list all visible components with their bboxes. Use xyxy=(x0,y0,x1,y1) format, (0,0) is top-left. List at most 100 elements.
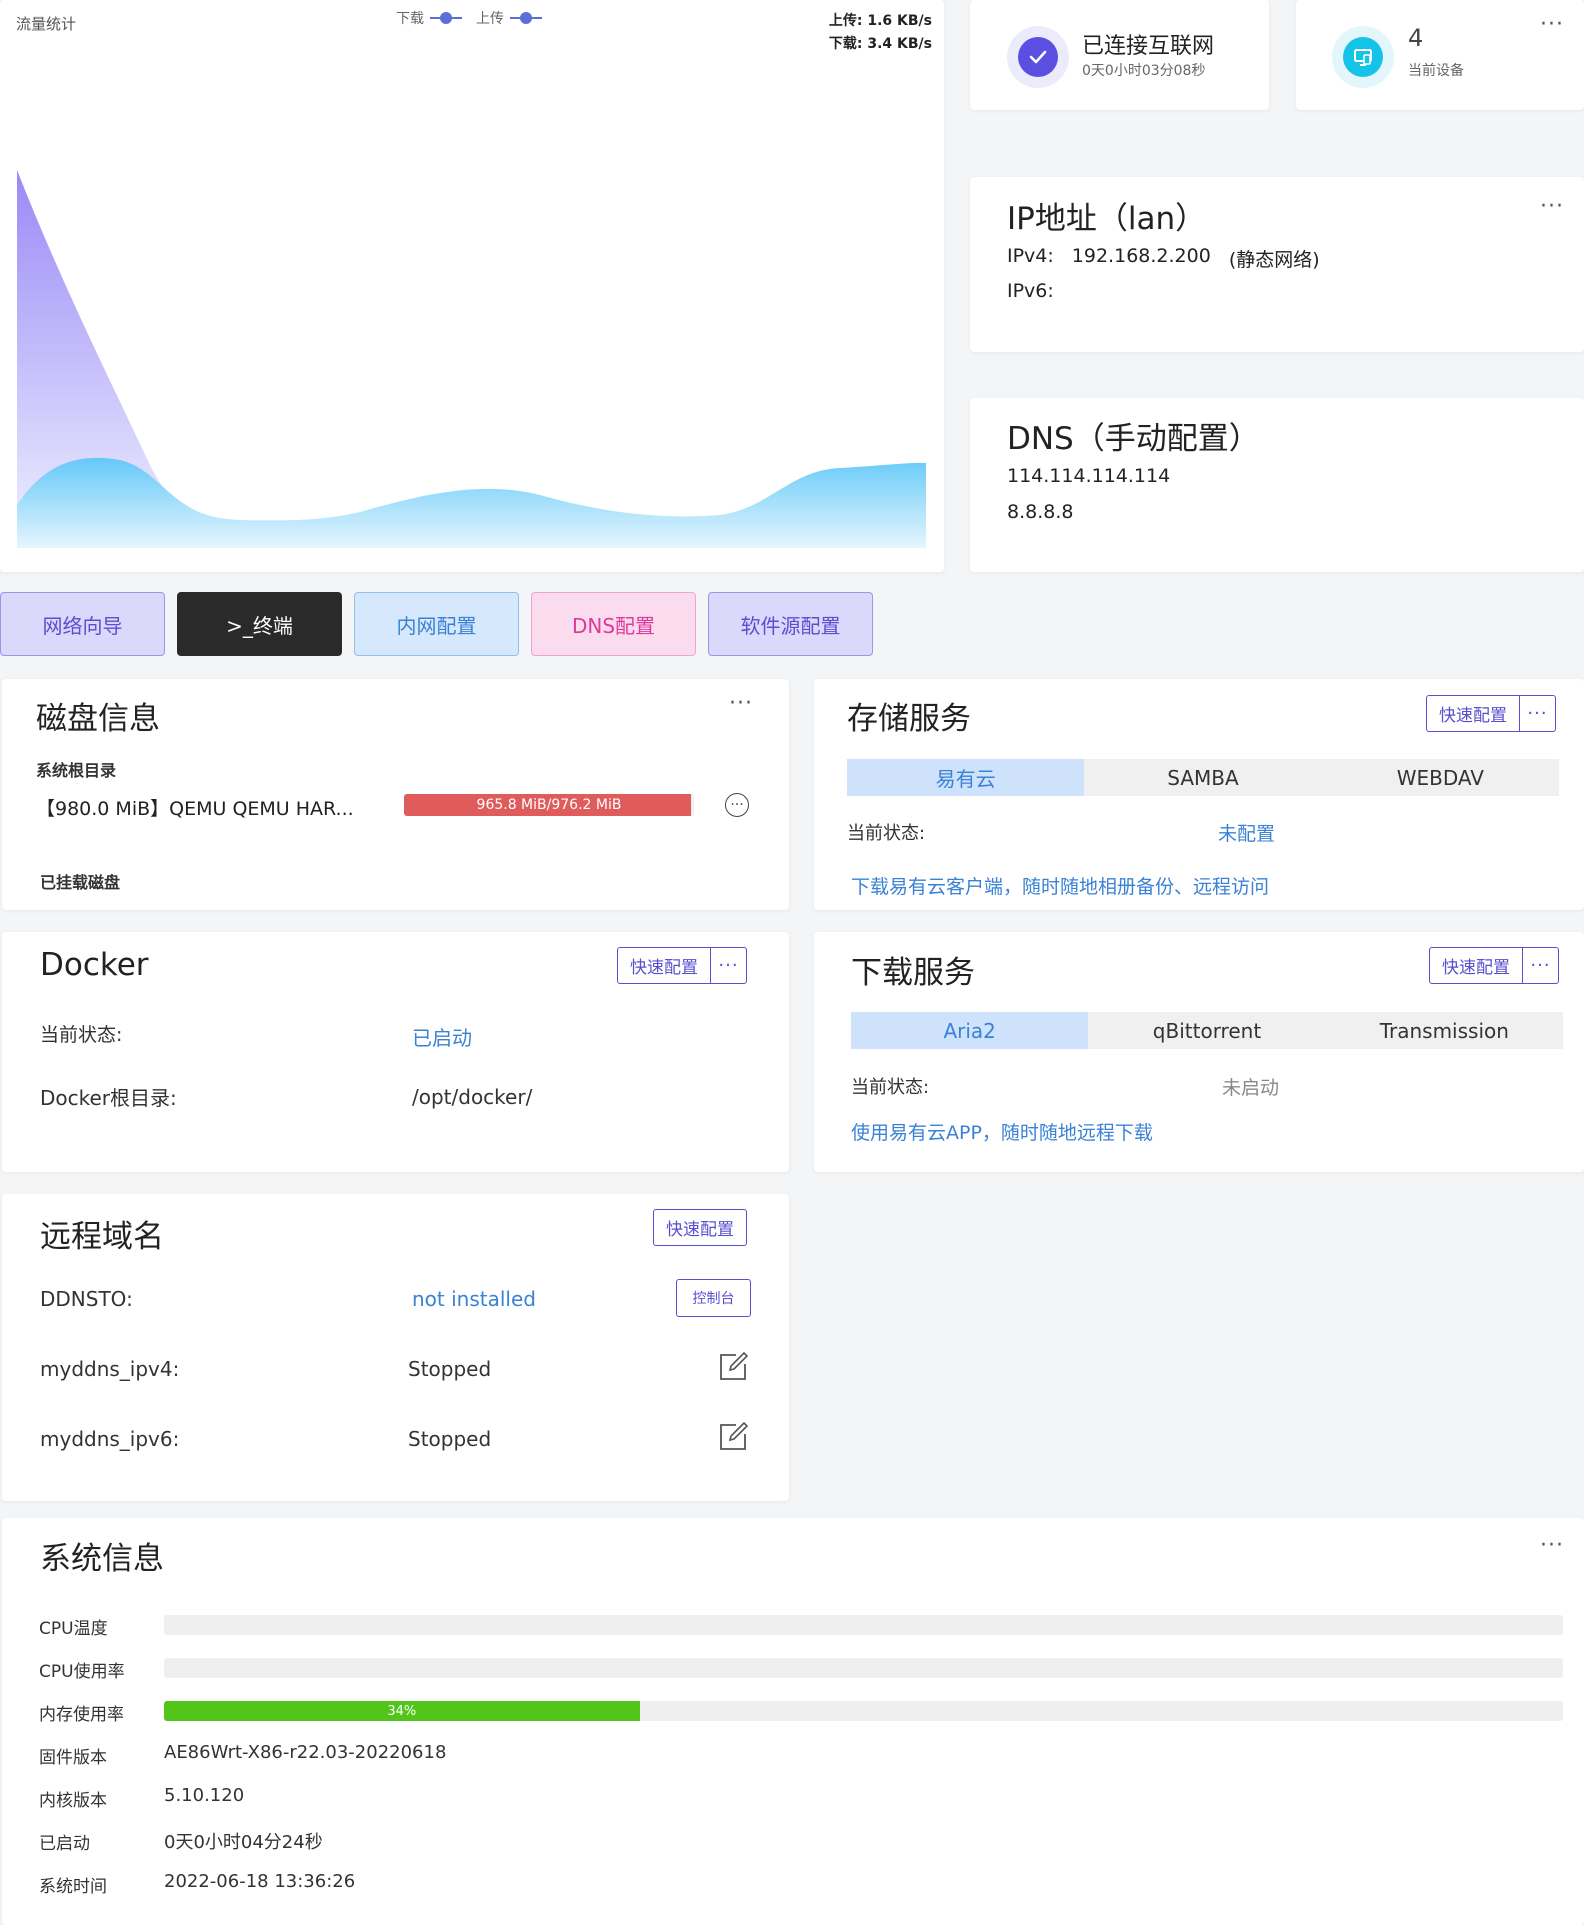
myddns-ipv6-status: Stopped xyxy=(408,1427,492,1451)
docker-root-label: Docker根目录: xyxy=(40,1086,177,1110)
ip-title: IP地址（lan） xyxy=(1007,201,1207,237)
docker-quick-config: 快速配置 ··· xyxy=(617,947,747,984)
dns-title: DNS（手动配置） xyxy=(1007,421,1260,457)
software-source-button[interactable]: 软件源配置 xyxy=(708,592,873,656)
mem-usage-text: 34% xyxy=(387,1703,417,1719)
storage-download-link[interactable]: 下载易有云客户端，随时随地相册备份、远程访问 xyxy=(851,872,1269,899)
download-status-label: 当前状态: xyxy=(851,1077,930,1098)
mem-usage-label: 内存使用率 xyxy=(39,1705,124,1725)
remote-title: 远程域名 xyxy=(40,1219,164,1255)
download-quick-config: 快速配置 ··· xyxy=(1429,947,1559,984)
uptime-value: 0天0小时04分24秒 xyxy=(164,1832,323,1853)
download-card: 下载服务 快速配置 ··· Aria2 qBittorrent Transmis… xyxy=(814,932,1584,1172)
ddnsto-status[interactable]: not installed xyxy=(412,1287,536,1311)
cpu-usage-label: CPU使用率 xyxy=(39,1662,125,1682)
traffic-card: 流量统计 下载 上传 上传: 1.6 KB/s 下载: 3.4 KB/s xyxy=(0,0,944,572)
system-time-label: 系统时间 xyxy=(39,1877,107,1897)
kernel-label: 内核版本 xyxy=(39,1791,107,1811)
tab-transmission[interactable]: Transmission xyxy=(1326,1012,1563,1049)
storage-quick-config: 快速配置 ··· xyxy=(1426,695,1556,732)
docker-title: Docker xyxy=(40,947,149,983)
docker-card: Docker 快速配置 ··· 当前状态: 已启动 Docker根目录: /op… xyxy=(2,932,789,1172)
root-disk-name: 【980.0 MiB】QEMU QEMU HAR... xyxy=(36,798,354,820)
download-tabs: Aria2 qBittorrent Transmission xyxy=(851,1012,1563,1049)
ip-more-icon[interactable]: ··· xyxy=(1540,196,1564,218)
storage-title: 存储服务 xyxy=(847,701,971,737)
dns-server-2: 8.8.8.8 xyxy=(1007,501,1074,523)
ipv6-label: IPv6: xyxy=(1007,280,1054,302)
ipv4-label: IPv4: xyxy=(1007,245,1054,267)
myddns-ipv4-label: myddns_ipv4: xyxy=(40,1357,180,1381)
edit-ipv4-icon[interactable] xyxy=(718,1352,748,1382)
firmware-label: 固件版本 xyxy=(39,1748,107,1768)
docker-more-icon[interactable]: ··· xyxy=(710,948,746,983)
tab-samba[interactable]: SAMBA xyxy=(1084,759,1321,796)
docker-status-value[interactable]: 已启动 xyxy=(412,1022,472,1051)
network-wizard-button[interactable]: 网络向导 xyxy=(0,592,165,656)
cpu-temp-bar xyxy=(164,1615,1563,1635)
system-time-value: 2022-06-18 13:36:26 xyxy=(164,1871,356,1892)
download-more-icon[interactable]: ··· xyxy=(1522,948,1558,983)
tab-aria2[interactable]: Aria2 xyxy=(851,1012,1089,1049)
device-count: 4 xyxy=(1408,24,1424,52)
connection-card: 已连接互联网 0天0小时03分08秒 xyxy=(970,0,1269,110)
remote-quick-config-button[interactable]: 快速配置 xyxy=(653,1209,747,1246)
mem-usage-fill: 34% xyxy=(164,1701,640,1721)
traffic-chart xyxy=(17,170,926,548)
download-title: 下载服务 xyxy=(851,955,975,991)
storage-more-icon[interactable]: ··· xyxy=(1519,696,1555,731)
root-dir-label: 系统根目录 xyxy=(36,761,117,780)
download-app-link[interactable]: 使用易有云APP，随时随地远程下载 xyxy=(851,1118,1153,1145)
dns-config-button[interactable]: DNS配置 xyxy=(531,592,696,656)
ipv4-value: 192.168.2.200 xyxy=(1071,245,1211,267)
root-disk-usage-text: 965.8 MiB/976.2 MiB xyxy=(476,797,622,813)
tab-webdav[interactable]: WEBDAV xyxy=(1322,759,1559,796)
disk-title: 磁盘信息 xyxy=(36,701,160,737)
docker-quick-config-button[interactable]: 快速配置 xyxy=(618,948,710,983)
upload-series-area xyxy=(17,457,926,548)
myddns-ipv4-status: Stopped xyxy=(408,1357,492,1381)
mounted-disk-label: 已挂载磁盘 xyxy=(40,873,121,892)
device-label: 当前设备 xyxy=(1408,63,1464,79)
storage-status-value[interactable]: 未配置 xyxy=(1218,819,1275,846)
mem-usage-bar: 34% xyxy=(164,1701,1563,1721)
uptime-label: 已启动 xyxy=(39,1834,90,1854)
system-title: 系统信息 xyxy=(40,1541,164,1577)
edit-ipv6-icon[interactable] xyxy=(718,1422,748,1452)
tab-qbittorrent[interactable]: qBittorrent xyxy=(1088,1012,1325,1049)
ip-card: IP地址（lan） ··· IPv4: 192.168.2.200 (静态网络)… xyxy=(970,177,1584,352)
disk-details-icon[interactable]: ··· xyxy=(725,793,749,817)
connection-uptime: 0天0小时03分08秒 xyxy=(1082,63,1206,79)
storage-tabs: 易有云 SAMBA WEBDAV xyxy=(847,759,1559,796)
disk-card: 磁盘信息 ··· 系统根目录 【980.0 MiB】QEMU QEMU HAR.… xyxy=(2,679,789,910)
kernel-value: 5.10.120 xyxy=(164,1785,245,1806)
terminal-button[interactable]: >_终端 xyxy=(177,592,342,656)
cpu-usage-bar xyxy=(164,1658,1563,1678)
ddnsto-label: DDNSTO: xyxy=(40,1287,133,1311)
dns-card: DNS（手动配置） 114.114.114.114 8.8.8.8 xyxy=(970,398,1584,572)
docker-status-label: 当前状态: xyxy=(40,1024,123,1046)
root-disk-usage-bar: 965.8 MiB/976.2 MiB xyxy=(404,794,694,816)
download-status-value: 未启动 xyxy=(1222,1077,1280,1099)
storage-quick-config-button[interactable]: 快速配置 xyxy=(1427,696,1519,731)
system-info-card: 系统信息 ··· CPU温度 CPU使用率 内存使用率 34% 固件版本 AE8… xyxy=(2,1518,1584,1925)
cpu-temp-label: CPU温度 xyxy=(39,1619,108,1639)
lan-config-button[interactable]: 内网配置 xyxy=(354,592,519,656)
firmware-value: AE86Wrt-X86-r22.03-20220618 xyxy=(164,1742,447,1763)
ddnsto-console-button[interactable]: 控制台 xyxy=(676,1279,751,1317)
connected-label: 已连接互联网 xyxy=(1082,34,1215,59)
disk-more-icon[interactable]: ··· xyxy=(729,693,753,715)
storage-card: 存储服务 快速配置 ··· 易有云 SAMBA WEBDAV 当前状态: 未配置… xyxy=(814,679,1584,910)
storage-status-label: 当前状态: xyxy=(847,823,926,844)
dns-server-1: 114.114.114.114 xyxy=(1007,465,1171,487)
ipv4-note: (静态网络) xyxy=(1228,249,1320,271)
system-more-icon[interactable]: ··· xyxy=(1540,1535,1564,1557)
remote-domain-card: 远程域名 快速配置 DDNSTO: not installed 控制台 mydd… xyxy=(2,1194,789,1501)
ipv4-row: IPv4: 192.168.2.200 (静态网络) xyxy=(1007,245,1320,272)
devices-card: 4 当前设备 ··· xyxy=(1296,0,1584,110)
docker-root-value: /opt/docker/ xyxy=(412,1085,533,1109)
myddns-ipv6-label: myddns_ipv6: xyxy=(40,1427,180,1451)
tab-yiyouyun[interactable]: 易有云 xyxy=(847,759,1085,796)
download-quick-config-button[interactable]: 快速配置 xyxy=(1430,948,1522,983)
devices-more-icon[interactable]: ··· xyxy=(1540,14,1564,36)
